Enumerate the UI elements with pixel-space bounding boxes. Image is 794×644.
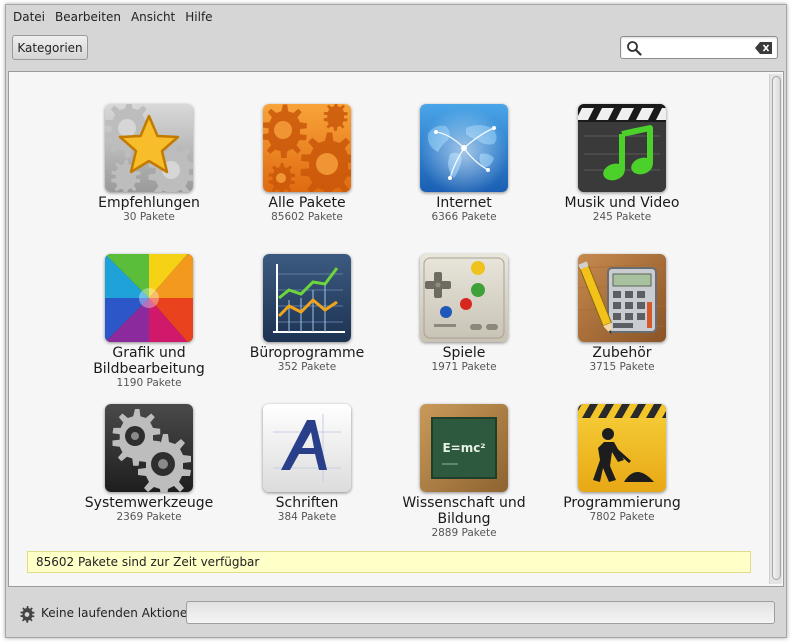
menu-bearbeiten[interactable]: Bearbeiten <box>50 5 126 29</box>
menu-datei[interactable]: Datei <box>8 5 50 29</box>
category-name: Internet <box>436 195 492 211</box>
category-name: Schriften <box>275 495 339 511</box>
category-name: Wissenschaft und Bildung <box>402 495 526 527</box>
system-gears-icon <box>105 404 193 492</box>
color-wheel-icon <box>105 254 193 342</box>
category-name: Grafik und Bildbearbeitung <box>93 345 205 377</box>
category-count: 3715 Pakete <box>589 361 655 373</box>
category-name: Zubehör <box>592 345 652 361</box>
gamepad-icon <box>420 254 508 342</box>
status-text: Keine laufenden Aktionen <box>41 606 195 620</box>
category-schriften[interactable]: Schriften 384 Pakete <box>232 404 382 524</box>
status-progress-field <box>186 601 775 624</box>
category-count: 245 Pakete <box>592 211 652 223</box>
scrollbar[interactable] <box>769 74 782 584</box>
category-name: Programmierung <box>563 495 681 511</box>
category-name: Musik und Video <box>564 195 680 211</box>
category-grafik-und-bildbearbeitung[interactable]: Grafik und Bildbearbeitung 1190 Pakete <box>74 254 224 390</box>
chalkboard-formula: E=mc² <box>442 441 485 455</box>
category-name: Empfehlungen <box>98 195 200 211</box>
category-zubehoer[interactable]: Zubehör 3715 Pakete <box>547 254 697 374</box>
clear-icon[interactable] <box>755 41 773 55</box>
star-icon <box>105 104 193 192</box>
gears-icon <box>263 104 351 192</box>
calculator-icon <box>578 254 666 342</box>
category-count: 1971 Pakete <box>431 361 497 373</box>
category-systemwerkzeuge[interactable]: Systemwerkzeuge 2369 Pakete <box>74 404 224 524</box>
category-bueroprogramme[interactable]: Büroprogramme 352 Pakete <box>232 254 382 374</box>
category-name: Alle Pakete <box>268 195 346 211</box>
search-input[interactable] <box>645 38 751 57</box>
category-internet[interactable]: Internet 6366 Pakete <box>389 104 539 224</box>
kategorien-button[interactable]: Kategorien <box>12 35 88 60</box>
scroll-thumb[interactable] <box>772 76 781 580</box>
category-count: 2889 Pakete <box>431 527 497 539</box>
category-name: Büroprogramme <box>249 345 365 361</box>
category-alle-pakete[interactable]: Alle Pakete 85602 Pakete <box>232 104 382 224</box>
search-box[interactable] <box>620 36 778 59</box>
category-empfehlungen[interactable]: Empfehlungen 30 Pakete <box>74 104 224 224</box>
gear-icon <box>20 606 35 623</box>
statusbar: Keine laufenden Aktionen <box>6 595 786 635</box>
font-icon <box>263 404 351 492</box>
category-programmierung[interactable]: Programmierung 7802 Pakete <box>547 404 697 524</box>
category-name: Spiele <box>442 345 486 361</box>
clapperboard-music-icon <box>578 104 666 192</box>
chalkboard-icon: E=mc² <box>420 404 508 492</box>
category-grid: Empfehlungen 30 Pakete Alle Pakete 85602… <box>9 72 769 542</box>
category-wissenschaft-und-bildung[interactable]: E=mc² Wissenschaft und Bildung 2889 Pake… <box>389 404 539 540</box>
menu-hilfe[interactable]: Hilfe <box>180 5 217 29</box>
globe-icon <box>420 104 508 192</box>
category-spiele[interactable]: Spiele 1971 Pakete <box>389 254 539 374</box>
category-count: 384 Pakete <box>277 511 337 523</box>
category-name: Systemwerkzeuge <box>84 495 214 511</box>
category-view: Empfehlungen 30 Pakete Alle Pakete 85602… <box>8 71 784 587</box>
menu-ansicht[interactable]: Ansicht <box>126 5 180 29</box>
toolbar: Kategorien <box>6 33 786 65</box>
construction-icon <box>578 404 666 492</box>
category-count: 6366 Pakete <box>431 211 497 223</box>
category-count: 85602 Pakete <box>271 211 343 223</box>
line-chart-icon <box>263 254 351 342</box>
category-count: 352 Pakete <box>277 361 337 373</box>
category-count: 30 Pakete <box>123 211 175 223</box>
category-count: 7802 Pakete <box>589 511 655 523</box>
search-icon <box>627 41 642 56</box>
available-packages-notice: 85602 Pakete sind zur Zeit verfügbar <box>27 551 751 573</box>
menubar: Datei Bearbeiten Ansicht Hilfe <box>6 5 786 29</box>
category-musik-und-video[interactable]: Musik und Video 245 Pakete <box>547 104 697 224</box>
category-count: 1190 Pakete <box>116 377 182 389</box>
category-count: 2369 Pakete <box>116 511 182 523</box>
app-window: Datei Bearbeiten Ansicht Hilfe Kategorie… <box>5 4 787 638</box>
